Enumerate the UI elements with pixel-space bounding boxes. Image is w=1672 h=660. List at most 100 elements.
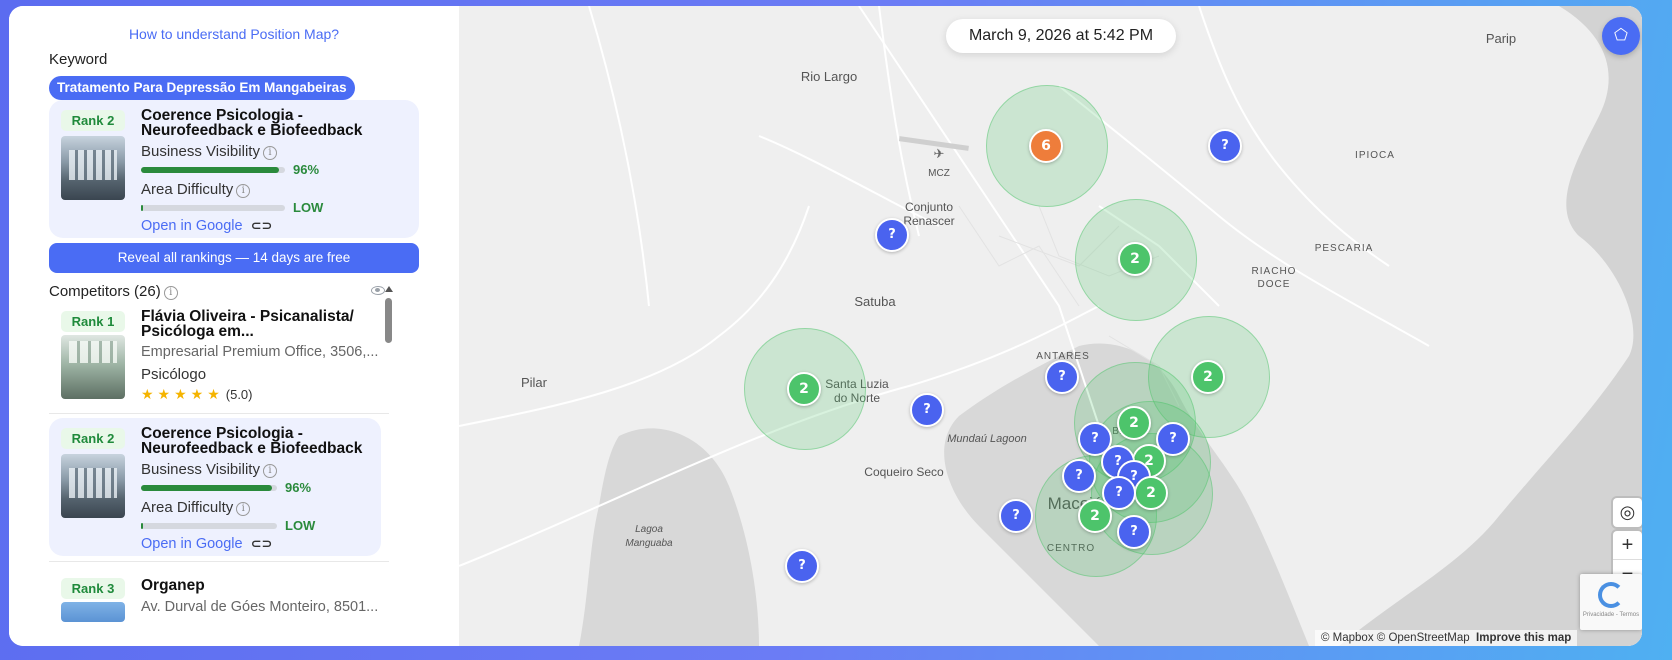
visibility-label: Business Visibility i [141,143,277,160]
unranked-marker[interactable]: ? [1045,360,1079,394]
business-address: Av. Durval de Góes Monteiro, 8501... [141,599,379,615]
rank-marker-green[interactable]: 2 [787,372,821,406]
scrollbar-thumb[interactable] [385,298,392,343]
eye-icon[interactable] [371,286,385,295]
my-business-card: Rank 2 Coerence Psicologia - Neurofeedba… [49,100,419,238]
divider [49,413,389,414]
rank-marker-green[interactable]: 2 [1191,360,1225,394]
difficulty-bar [141,205,285,211]
info-icon[interactable]: i [262,146,277,160]
unranked-marker[interactable]: ? [910,393,944,427]
difficulty-label: Area Difficulty i [141,181,251,198]
map-label-riacho: RIACHO [1252,266,1297,277]
business-name: Coerence Psicologia - Neurofeedback e Bi… [141,107,363,139]
competitor-card[interactable]: Rank 1 Flávia Oliveira - Psicanalista/ P… [49,303,379,411]
rank-badge: Rank 2 [61,110,125,131]
sidebar: How to understand Position Map? Keyword … [9,6,459,646]
unranked-marker[interactable]: ? [1208,129,1242,163]
rank-badge: Rank 2 [61,428,125,449]
visibility-bar-fill [141,167,280,173]
competitor-card-highlighted[interactable]: Rank 2 Coerence Psicologia - Neurofeedba… [49,418,381,556]
map-label-rio-largo: Rio Largo [801,69,857,84]
difficulty-bar [141,523,277,529]
keyword-chip[interactable]: Tratamento Para Depressão Em Mangabeiras [49,76,355,100]
rating-value: (5.0) [225,387,253,402]
difficulty-bar-fill [141,205,143,211]
keyword-label: Keyword [49,51,108,68]
business-address: Empresarial Premium Office, 3506,... [141,344,379,360]
map-label-ipioca: IPIOCA [1355,150,1395,161]
rank-badge: Rank 1 [61,311,125,332]
info-icon[interactable]: i [262,464,277,478]
business-category: Psicólogo [141,366,207,383]
map-label-coqueiro-seco: Coqueiro Seco [864,465,944,479]
rank-marker-orange[interactable]: 6 [1029,129,1063,163]
visibility-bar-fill [141,485,272,491]
open-in-google-link[interactable]: Open in Google ⊂⊃ [141,218,272,234]
attribution-text[interactable]: © Mapbox © OpenStreetMap [1321,632,1470,644]
ocean [1339,6,1642,646]
business-photo [61,335,125,399]
info-icon[interactable]: i [236,502,251,516]
locate-icon[interactable]: ◎ [1613,498,1642,527]
map-attribution: © Mapbox © OpenStreetMap Improve this ma… [1315,630,1578,646]
app-frame: How to understand Position Map? Keyword … [9,6,1642,646]
unranked-marker[interactable]: ? [999,499,1033,533]
visibility-bar [141,167,285,173]
recaptcha-text: Privacidade - Termos [1582,612,1640,618]
scroll-up-arrow[interactable] [385,286,393,292]
improve-map-link[interactable]: Improve this map [1476,632,1571,644]
map-label-conjunto: Conjunto [905,200,953,214]
rank-badge: Rank 3 [61,578,125,599]
business-photo [61,602,125,622]
rank-marker-green[interactable]: 2 [1078,499,1112,533]
open-in-google-link[interactable]: Open in Google ⊂⊃ [141,536,272,552]
unranked-marker[interactable]: ? [785,549,819,583]
difficulty-value: LOW [285,518,316,533]
info-icon[interactable]: i [236,184,251,198]
business-name: Flávia Oliveira - Psicanalista/ Psicólog… [141,308,354,340]
map-label-pilar: Pilar [521,375,548,390]
difficulty-bar-fill [141,523,143,529]
map-label-mundau: Mundaú Lagoon [947,433,1027,445]
rank-marker-green[interactable]: 2 [1117,406,1151,440]
business-name: Organep [141,577,205,594]
competitors-label: Competitors (26) i [49,283,178,300]
map-label-manguaba: Manguaba [625,538,673,549]
business-photo [61,454,125,518]
recaptcha-badge[interactable]: Privacidade - Termos [1580,574,1642,630]
business-name: Coerence Psicologia - Neurofeedback e Bi… [141,425,363,457]
map-label-lagoa: Lagoa [635,524,663,535]
map-label-mcz: MCZ [928,168,950,179]
airplane-icon: ✈ [934,146,945,161]
business-photo [61,136,125,200]
map-label-doce: DOCE [1258,279,1291,290]
visibility-label: Business Visibility i [141,461,277,478]
info-icon[interactable]: i [163,286,178,300]
rank-marker-green[interactable]: 2 [1134,476,1168,510]
map-label-satuba: Satuba [854,294,896,309]
help-link[interactable]: How to understand Position Map? [9,26,459,42]
visibility-bar [141,485,277,491]
link-icon: ⊂⊃ [250,218,273,233]
star-icon: ★★★★★ [141,386,224,402]
unranked-marker[interactable]: ? [1062,459,1096,493]
visibility-value: 96% [285,480,312,495]
map-label-pescaria: PESCARIA [1315,243,1374,254]
grid-icon[interactable]: ⬠ [1602,17,1640,55]
difficulty-value: LOW [293,200,324,215]
unranked-marker[interactable]: ? [875,218,909,252]
position-map[interactable]: ✈ MCZ Rio Largo Conjunto Renascer Satuba… [459,6,1642,646]
rank-marker-green[interactable]: 2 [1118,242,1152,276]
timestamp-pill: March 9, 2026 at 5:42 PM [946,19,1176,53]
plus-icon[interactable]: + [1613,531,1642,560]
difficulty-label: Area Difficulty i [141,499,251,516]
map-label-paripueira: Parip [1486,31,1516,46]
reveal-rankings-button[interactable]: Reveal all rankings — 14 days are free [49,243,419,273]
divider [49,561,389,562]
recaptcha-icon [1598,582,1624,608]
link-icon: ⊂⊃ [250,536,273,551]
map-label-renascer: Renascer [903,214,954,228]
competitor-card[interactable]: Rank 3 Organep Av. Durval de Góes Montei… [49,566,379,646]
unranked-marker[interactable]: ? [1117,515,1151,549]
